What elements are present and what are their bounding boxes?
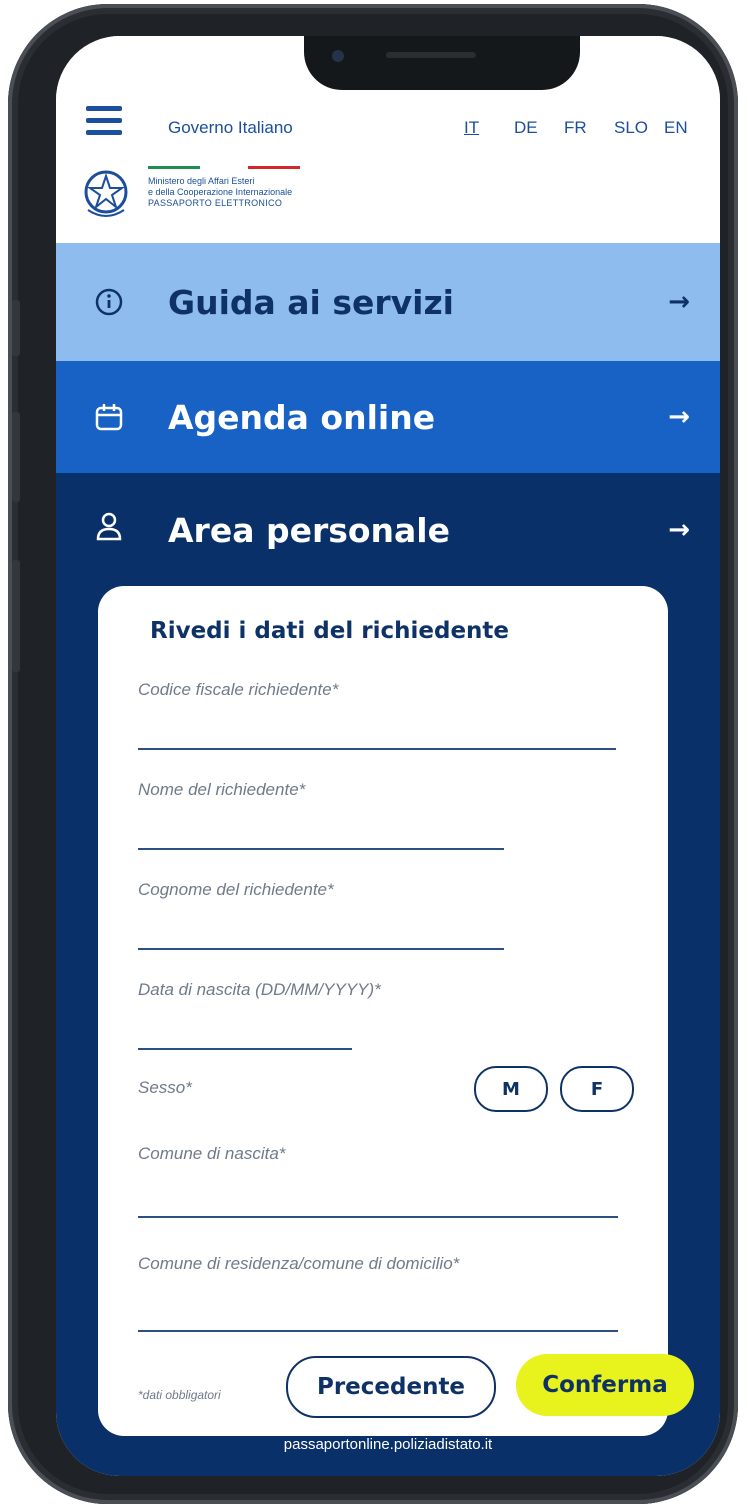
nav-guida-servizi[interactable]: Guida ai servizi → <box>56 243 720 361</box>
lang-fr[interactable]: FR <box>564 118 614 138</box>
comune-nascita-label: Comune di nascita* <box>138 1144 286 1163</box>
republic-emblem-icon <box>84 170 128 217</box>
info-icon <box>95 288 123 316</box>
lang-de[interactable]: DE <box>514 118 564 138</box>
volume-down-button <box>12 560 20 672</box>
nav-agenda-label: Agenda online <box>168 397 436 437</box>
ministry-label: Ministero degli Affari Esteri e della Co… <box>148 176 293 208</box>
user-icon <box>96 512 122 541</box>
sex-f-button[interactable]: F <box>560 1066 634 1112</box>
speaker-grille <box>386 52 476 58</box>
flag-stripe-red <box>248 166 300 169</box>
gov-label[interactable]: Governo Italiano <box>168 118 293 138</box>
lang-slo[interactable]: SLO <box>614 118 664 138</box>
camera-notch <box>304 36 580 90</box>
language-selector: IT DE FR SLO EN <box>464 118 714 138</box>
nome-label: Nome del richiedente* <box>138 780 306 799</box>
sesso-label: Sesso* <box>138 1078 192 1097</box>
form-title: Rivedi i dati del richiedente <box>150 618 510 644</box>
conferma-button[interactable]: Conferma <box>516 1354 694 1416</box>
data-nascita-input[interactable] <box>138 1048 352 1050</box>
arrow-right-icon: → <box>668 287 690 317</box>
nav-area-label[interactable]: Area personale <box>168 511 450 550</box>
arrow-right-icon[interactable]: → <box>668 515 690 545</box>
precedente-button[interactable]: Precedente <box>286 1356 496 1418</box>
calendar-icon <box>95 404 123 431</box>
lang-en[interactable]: EN <box>664 118 714 138</box>
cognome-input[interactable] <box>138 948 504 950</box>
comune-residenza-label: Comune di residenza/comune di domicilio* <box>138 1254 460 1273</box>
codice-fiscale-label: Codice fiscale richiedente* <box>138 680 339 699</box>
nome-input[interactable] <box>138 848 504 850</box>
volume-up-button <box>12 412 20 502</box>
hamburger-menu-icon[interactable] <box>86 106 122 136</box>
required-note: *dati obbligatori <box>138 1388 221 1402</box>
applicant-form-card: Rivedi i dati del richiedente Codice fis… <box>98 586 668 1436</box>
cognome-label: Cognome del richiedente* <box>138 880 334 899</box>
lang-it[interactable]: IT <box>464 118 514 138</box>
camera-dot <box>332 50 344 62</box>
nav-agenda-online[interactable]: Agenda online → <box>56 361 720 473</box>
comune-residenza-input[interactable] <box>138 1330 618 1332</box>
sex-m-button[interactable]: M <box>474 1066 548 1112</box>
arrow-right-icon: → <box>668 402 690 432</box>
site-url: passaportonline.poliziadistato.it <box>283 1436 493 1453</box>
nav-guida-label: Guida ai servizi <box>168 282 454 322</box>
flag-stripe-green <box>148 166 200 169</box>
codice-fiscale-input[interactable] <box>138 748 616 750</box>
comune-nascita-input[interactable] <box>138 1216 618 1218</box>
mute-switch <box>12 300 20 356</box>
phone-screen: Governo Italiano IT DE FR SLO EN Ministe… <box>56 36 720 1476</box>
data-nascita-label: Data di nascita (DD/MM/YYYY)* <box>138 980 381 999</box>
